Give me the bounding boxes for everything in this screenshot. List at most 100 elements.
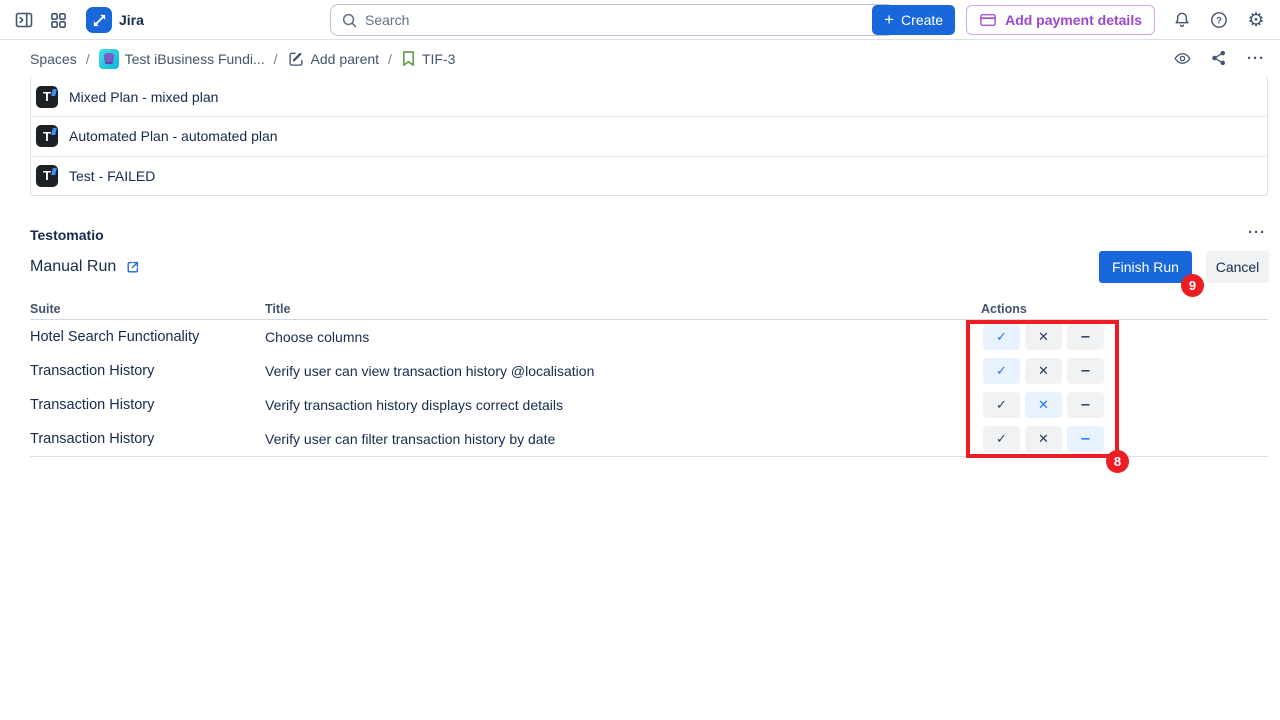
pass-button[interactable]: ✓ [983,392,1020,418]
ellipsis-icon: ··· [1248,224,1266,241]
suite-cell: Hotel Search Functionality [30,329,265,345]
share-icon [1210,49,1228,67]
search-input[interactable] [365,12,884,28]
logo-accent [51,89,56,96]
logo-accent [51,128,56,135]
gear-icon: ⚙ [1247,11,1264,30]
breadcrumb-spaces[interactable]: Spaces [30,51,77,67]
actions-cell: ✓ ✕ − [983,358,1104,384]
run-title-row: Manual Run [30,258,141,276]
add-payment-label: Add payment details [1005,12,1142,28]
x-icon: ✕ [1038,364,1049,379]
plan-label: Test - FAILED [69,168,155,184]
check-icon: ✓ [996,398,1007,413]
title-cell: Verify user can filter transaction histo… [265,431,951,447]
search-icon [341,12,358,29]
table-header-row: Suite Title Actions [30,301,1268,320]
testomatio-logo-icon: T [36,86,58,108]
column-header-actions: Actions [981,302,1027,316]
minus-icon: − [1080,398,1091,413]
credit-card-icon [979,11,997,29]
top-navigation: Jira + Create [0,0,1280,40]
nav-right-group: + Create Add payment details [872,0,1272,40]
svg-text:?: ? [1216,15,1222,25]
fail-button[interactable]: ✕ [1025,324,1062,350]
external-link-icon[interactable] [125,259,141,275]
actions-cell: ✓ ✕ − [983,392,1104,418]
column-header-title[interactable]: Title [265,302,290,316]
cancel-button[interactable]: Cancel [1206,251,1269,283]
nav-left-group: Jira [8,0,144,40]
pass-button[interactable]: ✓ [983,426,1020,452]
title-cell: Choose columns [265,329,951,345]
watch-button[interactable] [1166,42,1198,74]
global-search[interactable] [330,4,895,36]
fail-button[interactable]: ✕ [1025,392,1062,418]
space-avatar [99,49,119,69]
help-button[interactable]: ? [1203,4,1235,36]
breadcrumb-space[interactable]: Test iBusiness Fundi... [99,49,265,69]
jira-home-link[interactable]: Jira [86,7,144,33]
settings-button[interactable]: ⚙ [1240,4,1272,36]
breadcrumb-separator: / [274,51,278,67]
table-row: Transaction HistoryVerify transaction hi… [30,388,1268,422]
share-button[interactable] [1203,42,1235,74]
plan-label: Automated Plan - automated plan [69,128,278,144]
breadcrumb: Spaces / Test iBusiness Fundi... / Add p… [30,40,455,77]
app-switcher-button[interactable] [42,4,74,36]
edit-icon [287,50,305,68]
breadcrumb-bar: Spaces / Test iBusiness Fundi... / Add p… [0,40,1280,77]
plan-list-item[interactable]: T Automated Plan - automated plan [31,116,1267,155]
minus-icon: − [1080,330,1091,345]
add-payment-details-button[interactable]: Add payment details [966,5,1155,35]
fail-button[interactable]: ✕ [1025,358,1062,384]
sidebar-toggle-icon [14,10,34,30]
column-header-suite[interactable]: Suite [30,302,61,316]
plan-list-item[interactable]: T Test - FAILED [31,156,1267,195]
minus-icon: − [1080,364,1091,379]
skip-button[interactable]: − [1067,392,1104,418]
title-cell: Verify user can view transaction history… [265,363,951,379]
jira-logo-icon [86,7,112,33]
table-row: Transaction HistoryVerify user can filte… [30,422,1268,456]
jira-app-window: Jira + Create [0,0,1280,720]
finish-run-button[interactable]: Finish Run [1099,251,1192,283]
plus-icon: + [884,11,894,28]
actions-cell: ✓ ✕ − [983,324,1104,350]
collapse-sidebar-button[interactable] [8,4,40,36]
test-plans-list: TMixed Plan - mixed planTAutomated Plan … [30,77,1268,196]
title-cell: Verify transaction history displays corr… [265,397,951,413]
x-icon: ✕ [1038,432,1049,447]
table-body: Hotel Search FunctionalityChoose columns… [30,320,1268,457]
testomatio-logo-icon: T [36,165,58,187]
pass-button[interactable]: ✓ [983,324,1020,350]
help-icon: ? [1209,10,1229,30]
bookmark-icon [401,50,416,67]
add-parent-label: Add parent [311,51,380,67]
suite-cell: Transaction History [30,363,265,379]
breadcrumb-space-name: Test iBusiness Fundi... [125,51,265,67]
test-run-table: Suite Title Actions Hotel Search Functio… [30,301,1268,457]
breadcrumb-separator: / [86,51,90,67]
pass-button[interactable]: ✓ [983,358,1020,384]
check-icon: ✓ [996,432,1007,447]
suite-cell: Transaction History [30,431,265,447]
skip-button[interactable]: − [1067,324,1104,350]
plan-list-item[interactable]: TMixed Plan - mixed plan [31,77,1267,116]
suite-cell: Transaction History [30,397,265,413]
more-actions-button[interactable]: ··· [1240,42,1272,74]
run-title: Manual Run [30,258,116,276]
breadcrumb-issue-key[interactable]: TIF-3 [401,50,455,67]
skip-button[interactable]: − [1067,426,1104,452]
notifications-button[interactable] [1166,4,1198,36]
x-icon: ✕ [1038,330,1049,345]
testomatio-logo-icon: T [36,125,58,147]
issue-key-label: TIF-3 [422,51,455,67]
fail-button[interactable]: ✕ [1025,426,1062,452]
skip-button[interactable]: − [1067,358,1104,384]
create-button[interactable]: + Create [872,5,955,35]
ellipsis-icon: ··· [1247,50,1265,67]
add-parent-button[interactable]: Add parent [287,50,380,68]
section-more-button[interactable]: ··· [1248,224,1266,241]
minus-icon: − [1080,432,1091,447]
